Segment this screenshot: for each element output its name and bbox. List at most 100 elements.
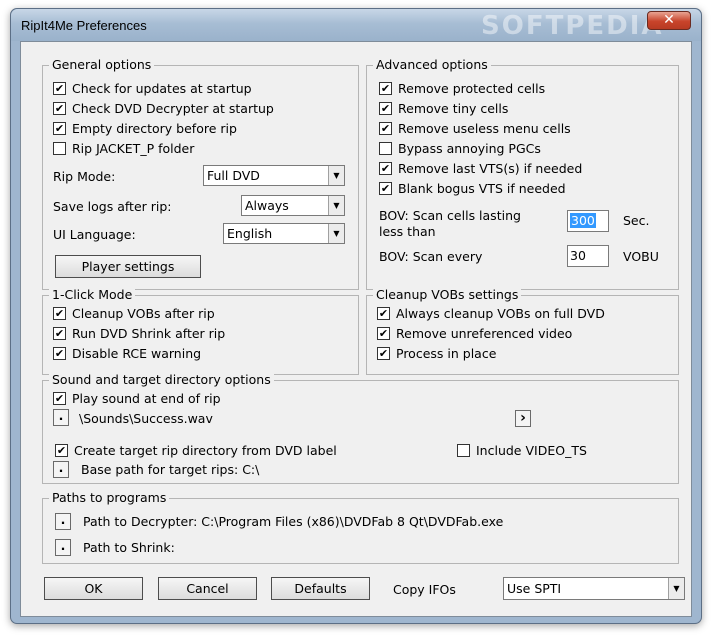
play-sound-button[interactable]: › bbox=[515, 410, 531, 427]
checkbox-box[interactable]: ✔ bbox=[379, 82, 392, 95]
bypass-pgcs-checkbox[interactable]: Bypass annoying PGCs bbox=[379, 141, 541, 156]
ui-language-label: UI Language: bbox=[53, 227, 136, 242]
browse-decrypter-button[interactable]: . bbox=[55, 513, 71, 530]
checkbox-box[interactable]: ✔ bbox=[379, 102, 392, 115]
close-button[interactable]: ✕ bbox=[647, 11, 691, 30]
checkbox-box[interactable]: ✔ bbox=[379, 162, 392, 175]
rip-jacket-checkbox[interactable]: Rip JACKET_P folder bbox=[53, 141, 194, 156]
process-in-place-checkbox[interactable]: ✔ Process in place bbox=[377, 346, 496, 361]
checkbox-box[interactable]: ✔ bbox=[55, 444, 68, 457]
defaults-button[interactable]: Defaults bbox=[271, 577, 370, 600]
include-video-ts-checkbox[interactable]: Include VIDEO_TS bbox=[457, 443, 587, 458]
run-dvd-shrink-checkbox[interactable]: ✔ Run DVD Shrink after rip bbox=[53, 326, 225, 341]
checkbox-label: Create target rip directory from DVD lab… bbox=[74, 443, 337, 458]
check-decrypter-checkbox[interactable]: ✔ Check DVD Decrypter at startup bbox=[53, 101, 274, 116]
checkbox-label: Bypass annoying PGCs bbox=[398, 141, 541, 156]
remove-menu-cells-checkbox[interactable]: ✔ Remove useless menu cells bbox=[379, 121, 571, 136]
copy-ifos-label: Copy IFOs bbox=[393, 582, 456, 597]
chevron-down-icon[interactable]: ▼ bbox=[328, 224, 344, 243]
create-target-checkbox[interactable]: ✔ Create target rip directory from DVD l… bbox=[55, 443, 337, 458]
copy-ifos-select[interactable]: Use SPTI ▼ bbox=[503, 577, 685, 600]
bov-scan-value: 30 bbox=[570, 248, 586, 263]
browse-base-path-button[interactable]: . bbox=[53, 461, 69, 478]
cleanup-vobs-settings-group: Cleanup VOBs settings ✔ Always cleanup V… bbox=[366, 287, 679, 375]
advanced-options-group: Advanced options ✔ Remove protected cell… bbox=[366, 57, 679, 290]
browse-sound-button[interactable]: . bbox=[53, 409, 69, 426]
empty-directory-checkbox[interactable]: ✔ Empty directory before rip bbox=[53, 121, 237, 136]
title-bar[interactable]: RipIt4Me Preferences SOFTPEDIA ✕ bbox=[11, 9, 701, 41]
checkbox-label: Run DVD Shrink after rip bbox=[72, 326, 226, 341]
play-sound-checkbox[interactable]: ✔ Play sound at end of rip bbox=[53, 391, 221, 406]
checkbox-box[interactable] bbox=[379, 142, 392, 155]
bov-cells-input[interactable]: 300 bbox=[567, 210, 609, 232]
checkbox-label: Check DVD Decrypter at startup bbox=[72, 101, 274, 116]
bov-scan-input[interactable]: 30 bbox=[567, 245, 609, 267]
chevron-down-icon[interactable]: ▼ bbox=[668, 578, 684, 599]
player-settings-button[interactable]: Player settings bbox=[55, 255, 201, 278]
remove-last-vts-checkbox[interactable]: ✔ Remove last VTS(s) if needed bbox=[379, 161, 582, 176]
chevron-down-icon[interactable]: ▼ bbox=[328, 196, 344, 215]
checkbox-box[interactable]: ✔ bbox=[53, 82, 66, 95]
save-logs-label: Save logs after rip: bbox=[53, 199, 172, 214]
decrypter-path-label: Path to Decrypter: C:\Program Files (x86… bbox=[83, 514, 504, 529]
sound-path-label: \Sounds\Success.wav bbox=[79, 411, 213, 426]
general-options-legend: General options bbox=[49, 57, 155, 72]
check-updates-checkbox[interactable]: ✔ Check for updates at startup bbox=[53, 81, 252, 96]
checkbox-label: Remove last VTS(s) if needed bbox=[398, 161, 583, 176]
bov-cells-value: 300 bbox=[570, 213, 596, 228]
checkbox-box[interactable] bbox=[457, 444, 470, 457]
disable-rce-checkbox[interactable]: ✔ Disable RCE warning bbox=[53, 346, 201, 361]
always-cleanup-checkbox[interactable]: ✔ Always cleanup VOBs on full DVD bbox=[377, 306, 605, 321]
window-title: RipIt4Me Preferences bbox=[21, 18, 147, 33]
checkbox-box[interactable]: ✔ bbox=[53, 347, 66, 360]
general-options-group: General options ✔ Check for updates at s… bbox=[42, 57, 359, 290]
checkbox-label: Rip JACKET_P folder bbox=[72, 141, 195, 156]
checkbox-box[interactable]: ✔ bbox=[53, 307, 66, 320]
checkbox-box[interactable]: ✔ bbox=[379, 182, 392, 195]
checkbox-box[interactable]: ✔ bbox=[53, 122, 66, 135]
checkbox-label: Always cleanup VOBs on full DVD bbox=[396, 306, 605, 321]
rip-mode-label: Rip Mode: bbox=[53, 169, 116, 184]
checkbox-box[interactable]: ✔ bbox=[53, 392, 66, 405]
rip-mode-select[interactable]: Full DVD ▼ bbox=[203, 165, 345, 186]
checkbox-box[interactable]: ✔ bbox=[377, 327, 390, 340]
checkbox-label: Cleanup VOBs after rip bbox=[72, 306, 215, 321]
ok-button[interactable]: OK bbox=[44, 577, 143, 600]
remove-protected-cells-checkbox[interactable]: ✔ Remove protected cells bbox=[379, 81, 545, 96]
save-logs-value: Always bbox=[245, 198, 289, 213]
save-logs-select[interactable]: Always ▼ bbox=[241, 195, 345, 216]
checkbox-label: Include VIDEO_TS bbox=[476, 443, 587, 458]
checkbox-label: Empty directory before rip bbox=[72, 121, 237, 136]
checkbox-label: Check for updates at startup bbox=[72, 81, 252, 96]
one-click-mode-group: 1-Click Mode ✔ Cleanup VOBs after rip ✔ … bbox=[42, 287, 359, 375]
remove-unreferenced-checkbox[interactable]: ✔ Remove unreferenced video bbox=[377, 326, 572, 341]
copy-ifos-value: Use SPTI bbox=[507, 581, 562, 596]
checkbox-box[interactable]: ✔ bbox=[53, 327, 66, 340]
checkbox-box[interactable] bbox=[53, 142, 66, 155]
paths-to-programs-group: Paths to programs . Path to Decrypter: C… bbox=[42, 490, 679, 564]
dialog-client: General options ✔ Check for updates at s… bbox=[20, 41, 692, 617]
bov-cells-label-line2: less than bbox=[379, 224, 436, 239]
advanced-options-legend: Advanced options bbox=[373, 57, 491, 72]
paths-legend: Paths to programs bbox=[49, 490, 170, 505]
cancel-button[interactable]: Cancel bbox=[158, 577, 257, 600]
remove-tiny-cells-checkbox[interactable]: ✔ Remove tiny cells bbox=[379, 101, 508, 116]
checkbox-label: Remove useless menu cells bbox=[398, 121, 571, 136]
bov-scan-unit: VOBU bbox=[623, 249, 659, 264]
checkbox-box[interactable]: ✔ bbox=[377, 307, 390, 320]
shrink-path-label: Path to Shrink: bbox=[83, 540, 175, 555]
checkbox-label: Blank bogus VTS if needed bbox=[398, 181, 566, 196]
rip-mode-value: Full DVD bbox=[207, 168, 260, 183]
cleanup-vobs-checkbox[interactable]: ✔ Cleanup VOBs after rip bbox=[53, 306, 215, 321]
ui-language-select[interactable]: English ▼ bbox=[223, 223, 345, 244]
checkbox-box[interactable]: ✔ bbox=[377, 347, 390, 360]
browse-shrink-button[interactable]: . bbox=[55, 539, 71, 556]
chevron-down-icon[interactable]: ▼ bbox=[328, 166, 344, 185]
checkbox-label: Remove tiny cells bbox=[398, 101, 509, 116]
checkbox-box[interactable]: ✔ bbox=[53, 102, 66, 115]
checkbox-label: Process in place bbox=[396, 346, 497, 361]
bov-cells-unit: Sec. bbox=[623, 213, 650, 228]
checkbox-box[interactable]: ✔ bbox=[379, 122, 392, 135]
blank-bogus-vts-checkbox[interactable]: ✔ Blank bogus VTS if needed bbox=[379, 181, 566, 196]
sound-target-legend: Sound and target directory options bbox=[49, 372, 274, 387]
